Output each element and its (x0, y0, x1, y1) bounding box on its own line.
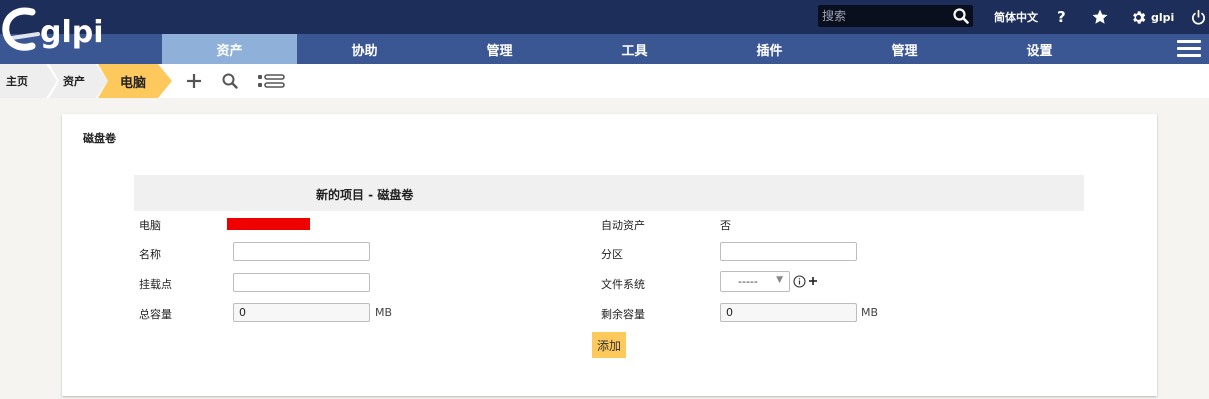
total-size-input[interactable] (233, 303, 370, 322)
list-view-icon[interactable] (257, 71, 285, 91)
nav-assets[interactable]: 资产 (162, 34, 297, 64)
name-label: 名称 (139, 248, 161, 261)
filesystem-label: 文件系统 (601, 278, 645, 291)
partition-input[interactable] (720, 242, 857, 261)
mountpoint-input[interactable] (233, 273, 370, 292)
auto-asset-value: 否 (720, 219, 731, 232)
nav-management[interactable]: 管理 (432, 34, 567, 64)
total-size-unit: MB (375, 306, 393, 319)
glpi-logo[interactable]: glpi (2, 4, 104, 56)
breadcrumb-assets-label: 资产 (63, 75, 85, 88)
help-icon: ? (1057, 8, 1066, 26)
main-card: 磁盘卷 新的项目 - 磁盘卷 电脑 自动资产 否 名称 分区 挂载点 文件系统 … (62, 114, 1157, 396)
power-icon (1192, 9, 1205, 24)
nav-administration-label: 管理 (891, 43, 918, 59)
nav-assistance-label: 协助 (351, 43, 378, 59)
language-selector[interactable]: 简体中文 (994, 0, 1038, 34)
help-button[interactable]: ? (1057, 0, 1066, 34)
free-size-input[interactable] (720, 303, 857, 322)
add-filesystem-icon[interactable] (808, 275, 818, 290)
filesystem-selected-value: ----- (738, 275, 758, 288)
partition-label: 分区 (601, 248, 623, 261)
menu-icon[interactable] (1177, 40, 1201, 58)
free-size-label: 剩余容量 (601, 308, 645, 321)
info-icon[interactable] (793, 275, 806, 291)
form-title: 新的项目 - 磁盘卷 (316, 188, 414, 202)
nav-assets-label: 资产 (216, 43, 243, 59)
search-box (818, 5, 973, 27)
breadcrumb (0, 64, 1209, 98)
star-icon (1092, 9, 1108, 24)
nav-tools[interactable]: 工具 (567, 34, 702, 64)
search-icon[interactable] (953, 8, 969, 24)
preferences-button[interactable]: glpi (1130, 0, 1174, 34)
gear-icon (1133, 10, 1146, 24)
auto-asset-label: 自动资产 (601, 219, 645, 232)
add-button[interactable]: 添加 (592, 332, 626, 358)
nav-tools-label: 工具 (621, 43, 648, 59)
nav-setup-label: 设置 (1026, 43, 1053, 59)
nav-management-label: 管理 (486, 43, 513, 59)
card-title: 磁盘卷 (83, 132, 116, 145)
nav-administration[interactable]: 管理 (837, 34, 972, 64)
profile-label: glpi (1151, 10, 1175, 24)
breadcrumb-home-label: 主页 (6, 75, 28, 88)
form-header: 新的项目 - 磁盘卷 (134, 175, 1084, 211)
add-icon[interactable] (185, 71, 203, 91)
computer-value-redacted (227, 218, 310, 230)
search-list-icon[interactable] (221, 71, 239, 91)
nav-setup[interactable]: 设置 (972, 34, 1107, 64)
computer-label: 电脑 (139, 219, 161, 232)
total-size-label: 总容量 (139, 308, 172, 321)
chevron-down-icon: ▼ (776, 275, 783, 285)
breadcrumb-computers[interactable]: 电脑 (98, 64, 172, 98)
nav-assistance[interactable]: 协助 (297, 34, 432, 64)
logo-text: glpi (40, 15, 102, 50)
nav-plugins[interactable]: 插件 (702, 34, 837, 64)
breadcrumb-computers-label: 电脑 (120, 75, 147, 91)
search-input[interactable] (818, 5, 948, 27)
mountpoint-label: 挂载点 (139, 278, 172, 291)
filesystem-select[interactable]: ----- ▼ (720, 271, 790, 292)
name-input[interactable] (233, 242, 370, 261)
language-label: 简体中文 (994, 11, 1038, 24)
add-button-label: 添加 (596, 338, 621, 353)
bookmarks-button[interactable] (1091, 0, 1109, 34)
free-size-unit: MB (861, 306, 879, 319)
logout-button[interactable] (1190, 0, 1207, 34)
nav-plugins-label: 插件 (756, 43, 783, 59)
